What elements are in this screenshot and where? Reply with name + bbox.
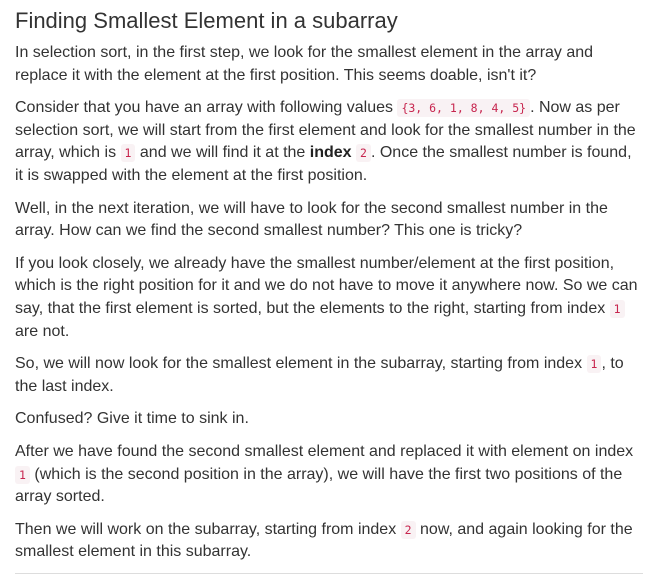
inline-code-index-one: 1 (609, 299, 625, 318)
text-segment: If you look closely, we already have the… (15, 254, 638, 317)
inline-code-index-one: 1 (15, 465, 30, 484)
text-segment: Consider that you have an array with fol… (15, 99, 398, 117)
paragraph-next-subarray: Then we will work on the subarray, start… (15, 519, 643, 564)
bold-index-term: index (309, 144, 352, 162)
text-segment: So, we will now look for the smallest el… (15, 355, 587, 373)
paragraph-next-iteration-text: Well, in the next iteration, we will hav… (15, 199, 608, 240)
section-heading: Finding Smallest Element in a subarray (15, 8, 398, 33)
paragraph-intro-text: In selection sort, in the first step, we… (15, 44, 594, 84)
paragraph-confused-text: Confused? Give it time to sink in. (15, 410, 249, 428)
inline-code-index-value: 2 (356, 144, 371, 163)
inline-code-array-values: {3, 6, 1, 8, 4, 5} (397, 99, 531, 118)
horizontal-divider (15, 573, 643, 574)
inline-code-index-two: 2 (400, 520, 416, 539)
text-segment: (which is the second position in the arr… (15, 465, 623, 506)
paragraph-second-smallest: After we have found the second smallest … (15, 441, 643, 509)
text-segment: After we have found the second smallest … (15, 442, 634, 460)
text-segment: are not. (15, 322, 70, 340)
paragraph-first-sorted: If you look closely, we already have the… (15, 253, 643, 343)
paragraph-confused: Confused? Give it time to sink in. (15, 408, 643, 431)
inline-code-index-one: 1 (586, 355, 602, 374)
text-segment: Then we will work on the subarray, start… (15, 520, 401, 538)
paragraph-intro: In selection sort, in the first step, we… (15, 42, 643, 87)
inline-code-smallest-value: 1 (120, 144, 136, 163)
article-section: Finding Smallest Element in a subarray I… (15, 0, 643, 574)
paragraph-subarray-search: So, we will now look for the smallest el… (15, 353, 643, 398)
paragraph-next-iteration: Well, in the next iteration, we will hav… (15, 198, 643, 243)
paragraph-example-array: Consider that you have an array with fol… (15, 97, 643, 187)
text-segment: and we will find it at the (135, 144, 310, 162)
